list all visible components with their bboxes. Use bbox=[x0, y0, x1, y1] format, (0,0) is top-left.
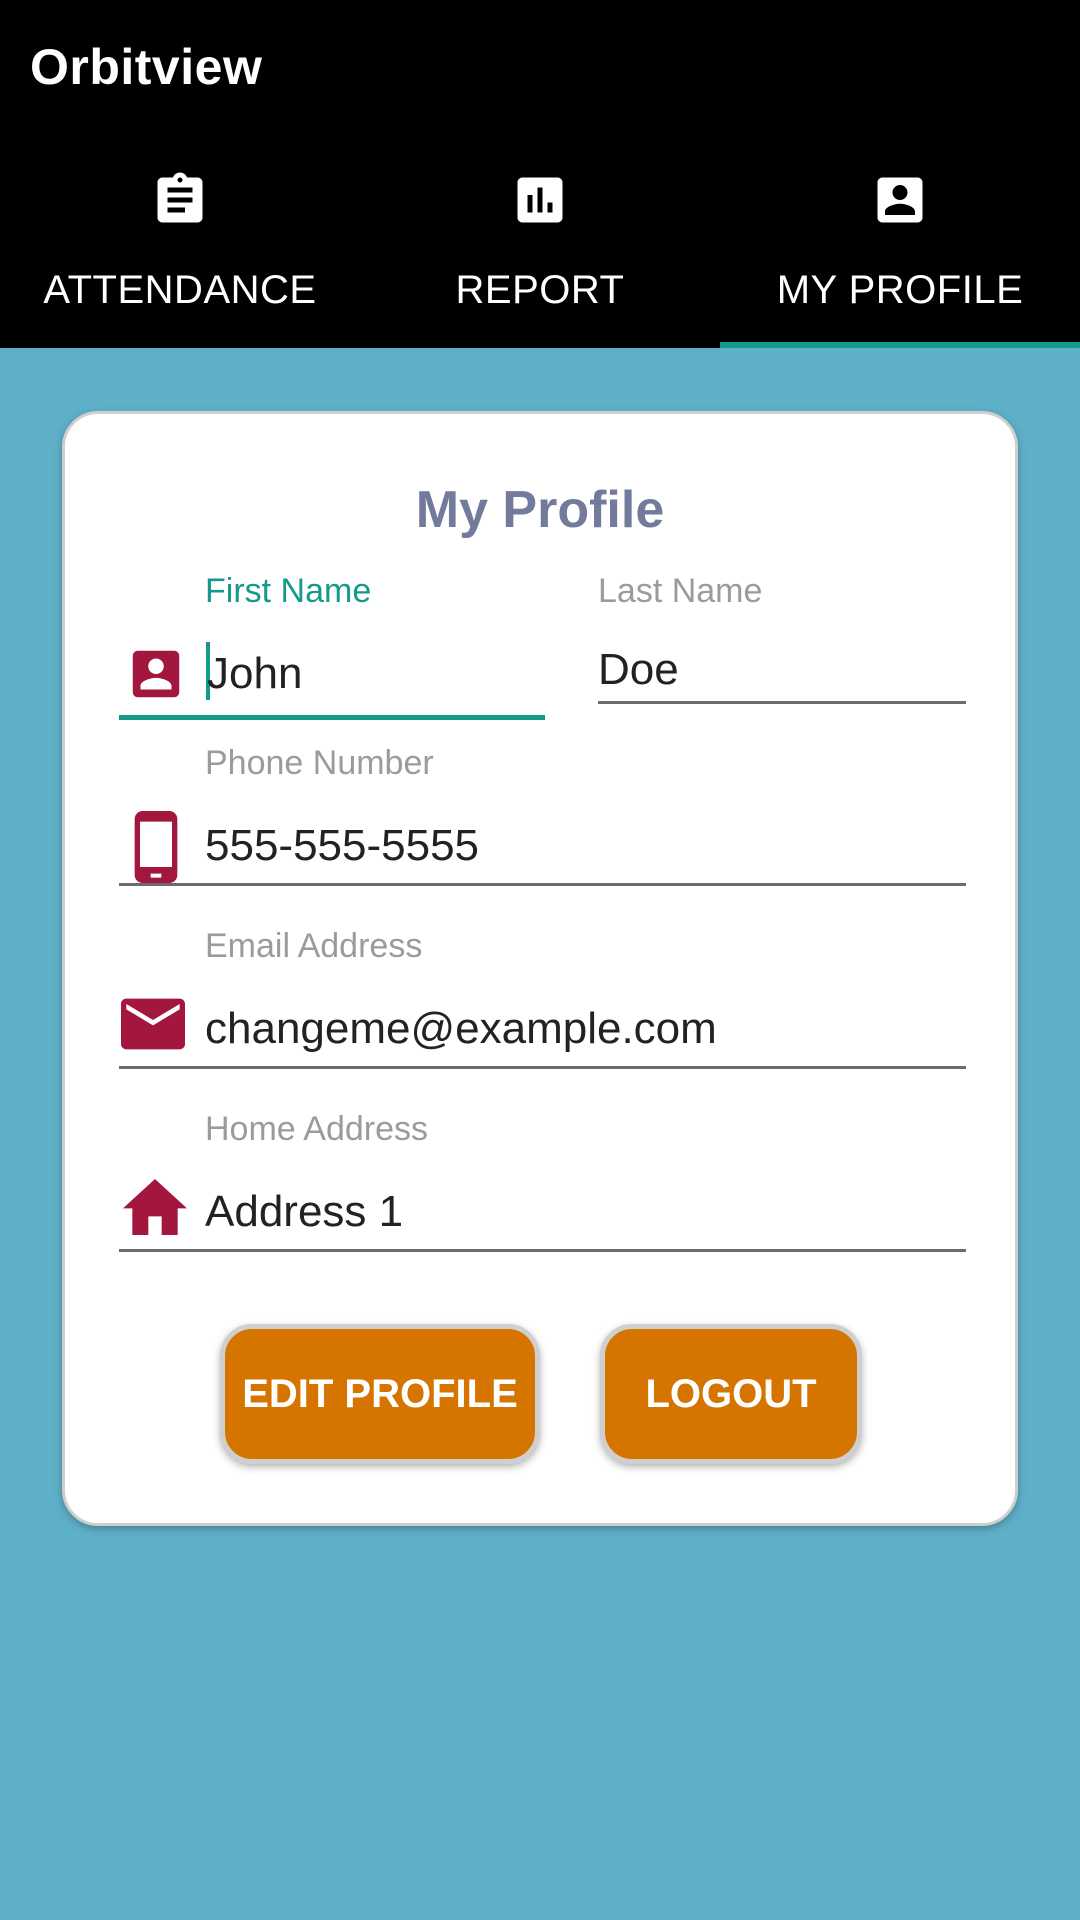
last-name-label: Last Name bbox=[598, 572, 763, 610]
card-title: My Profile bbox=[415, 481, 665, 539]
first-name-underline bbox=[119, 715, 545, 720]
tab-my-profile-label: MY PROFILE bbox=[776, 268, 1024, 312]
email-input[interactable] bbox=[205, 1001, 965, 1057]
tab-my-profile[interactable]: MY PROFILE bbox=[720, 150, 1080, 348]
tab-selected-indicator bbox=[720, 342, 1080, 348]
profile-icon bbox=[877, 177, 923, 223]
phone-input[interactable] bbox=[205, 818, 965, 874]
edit-profile-button[interactable]: EDIT PROFILE bbox=[220, 1324, 540, 1464]
last-name-underline bbox=[598, 701, 966, 704]
tab-report-label: REPORT bbox=[455, 268, 625, 312]
first-name-input[interactable] bbox=[207, 646, 537, 702]
phone-underline bbox=[119, 883, 966, 886]
first-name-label: First Name bbox=[205, 572, 372, 610]
tab-attendance-label: ATTENDANCE bbox=[43, 268, 317, 312]
logout-button[interactable]: LOGOUT bbox=[600, 1324, 862, 1464]
email-label: Email Address bbox=[205, 927, 423, 965]
mail-icon bbox=[121, 998, 185, 1050]
tab-report[interactable]: REPORT bbox=[360, 150, 720, 348]
clipboard-icon bbox=[157, 172, 203, 223]
address-label: Home Address bbox=[205, 1110, 428, 1148]
tab-attendance[interactable]: ATTENDANCE bbox=[0, 150, 360, 348]
app-title: Orbitview bbox=[30, 39, 263, 95]
home-icon bbox=[123, 1179, 187, 1235]
profile-card: My Profile First Name Last Name Phone Nu… bbox=[62, 411, 1018, 1526]
app-bar: Orbitview ATTENDANCE REPORT MY PROFILE bbox=[0, 0, 1080, 348]
email-underline bbox=[119, 1066, 966, 1069]
phone-icon bbox=[134, 811, 178, 883]
address-input[interactable] bbox=[205, 1184, 965, 1240]
phone-label: Phone Number bbox=[205, 744, 434, 782]
tab-bar: ATTENDANCE REPORT MY PROFILE bbox=[0, 150, 1080, 348]
last-name-input[interactable] bbox=[598, 642, 968, 698]
contact-card-icon bbox=[132, 650, 180, 698]
address-underline bbox=[119, 1249, 966, 1252]
bar-chart-icon bbox=[517, 177, 563, 223]
